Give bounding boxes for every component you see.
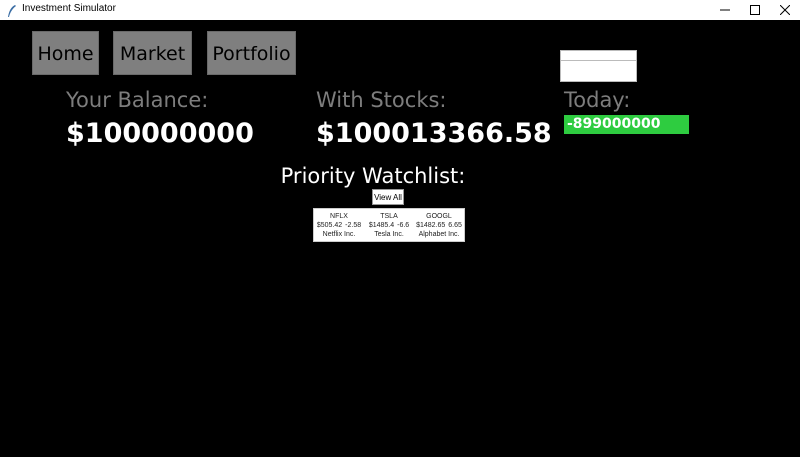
view-all-button[interactable]: View All [372,189,404,205]
stock-name: Netflix Inc. [322,231,356,238]
window-title: Investment Simulator [22,3,116,14]
market-button[interactable]: Market [113,31,192,75]
watchlist-item[interactable]: NFLX $505.42 -2.58 Netflix Inc. [314,212,364,239]
with-stocks-value: $100013366.58 [316,118,552,149]
balance-value: $100000000 [66,118,254,149]
text-entry[interactable] [560,50,637,82]
watchlist-item[interactable]: GOOGL $1482.65 6.65 Alphabet Inc. [414,212,464,239]
today-label: Today: [564,88,631,112]
portfolio-button[interactable]: Portfolio [207,31,296,75]
maximize-icon [750,5,760,15]
stock-price: $1485.4 [368,222,395,229]
today-change-badge: -899000000 [564,115,689,134]
minimize-button[interactable] [710,0,740,20]
maximize-button[interactable] [740,0,770,20]
stock-price: $505.42 [316,222,343,229]
stock-symbol: TSLA [380,213,398,220]
minimize-icon [720,9,730,11]
stock-price: $1482.65 [416,222,446,229]
entry-divider [561,60,636,61]
stock-symbol: NFLX [330,213,348,220]
stock-change: 6.65 [448,222,462,229]
main-content: Home Market Portfolio Your Balance: $100… [0,20,800,457]
balance-label: Your Balance: [66,88,209,112]
stock-change: -6.6 [397,222,410,229]
stock-name: Tesla Inc. [374,231,404,238]
watchlist-panel: NFLX $505.42 -2.58 Netflix Inc. TSLA $148… [313,208,465,242]
watchlist-item[interactable]: TSLA $1485.4 -6.6 Tesla Inc. [364,212,414,239]
stock-change: -2.58 [345,222,362,229]
stock-name: Alphabet Inc. [418,231,460,238]
feather-icon [6,3,18,17]
close-icon [780,5,790,15]
close-button[interactable] [770,0,800,20]
stock-symbol: GOOGL [426,213,452,220]
with-stocks-label: With Stocks: [316,88,447,112]
title-bar: Investment Simulator [0,0,800,21]
watchlist-title: Priority Watchlist: [280,164,466,188]
home-button[interactable]: Home [32,31,99,75]
